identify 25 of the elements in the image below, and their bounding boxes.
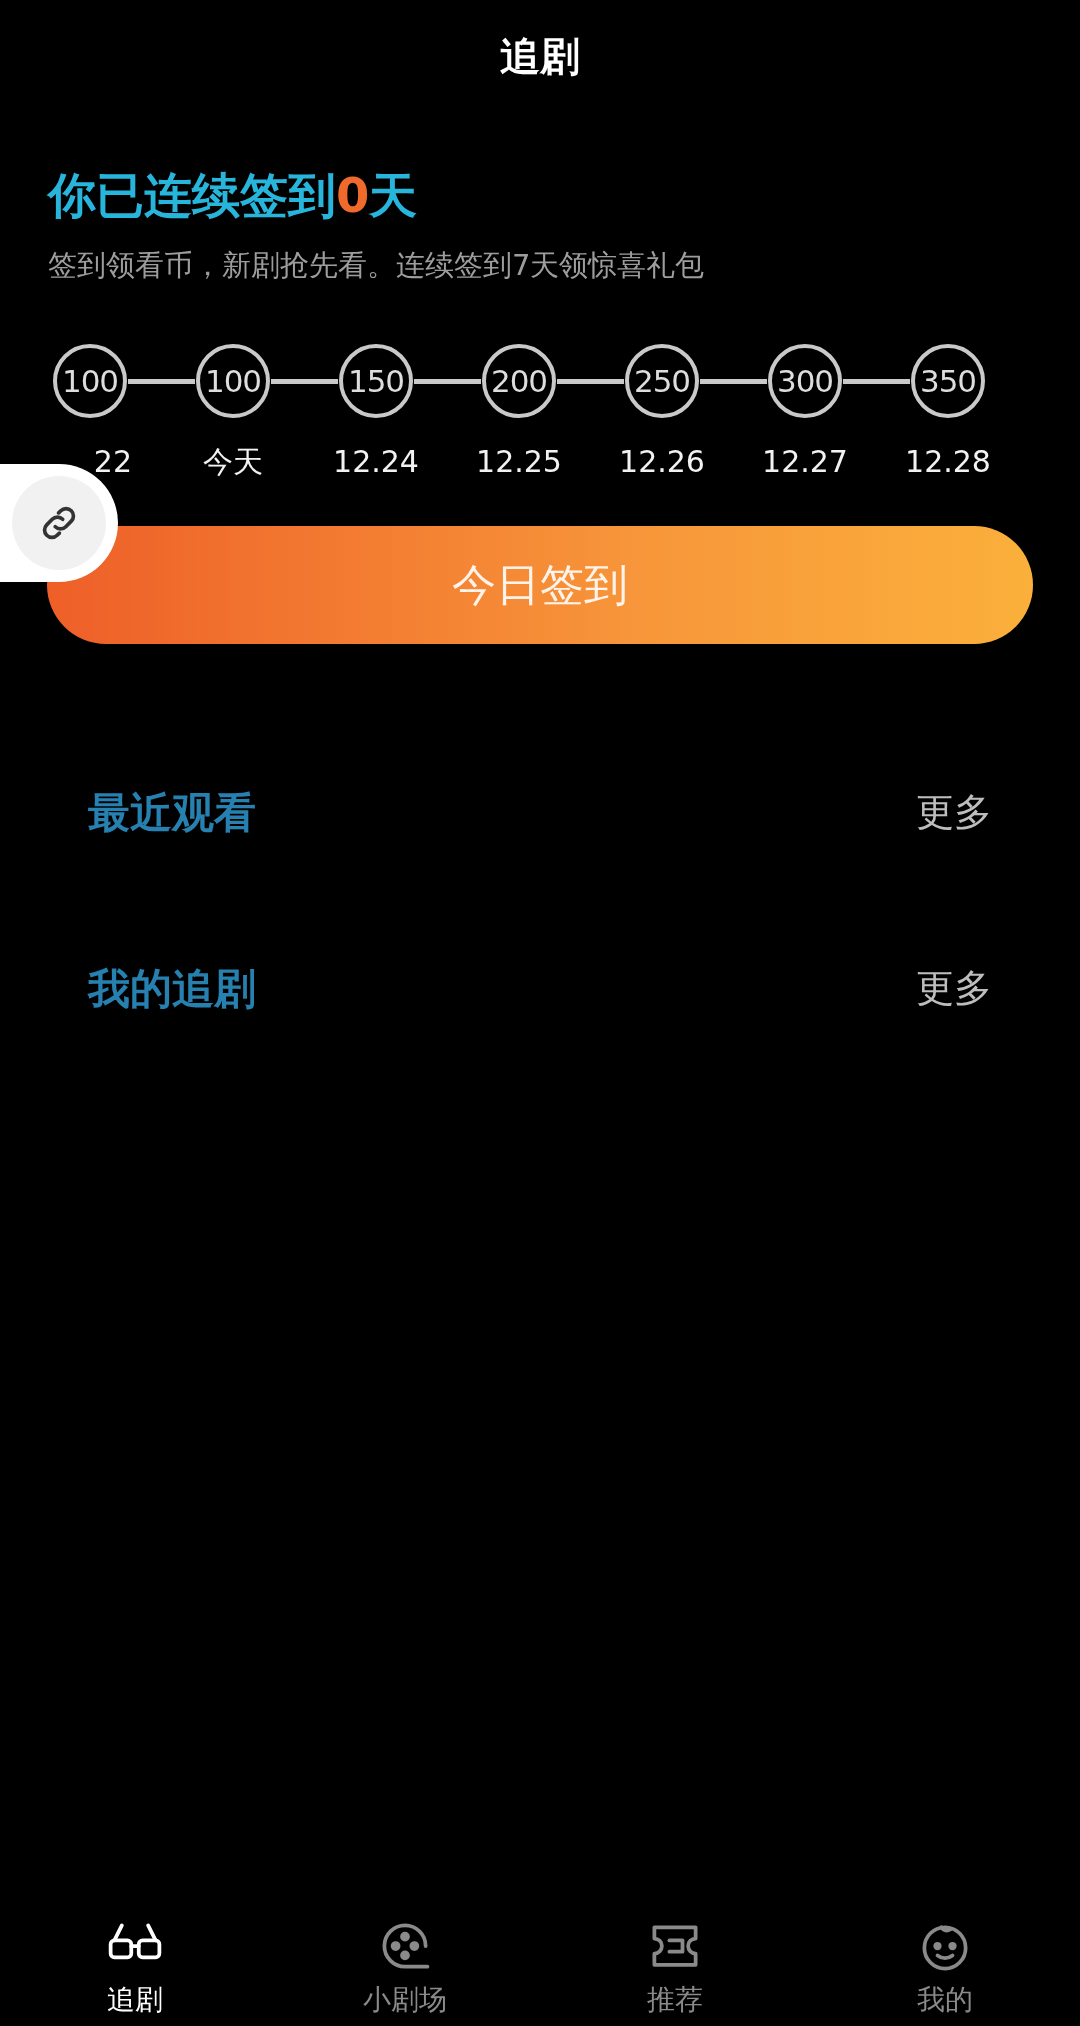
section-title: 最近观看 bbox=[88, 787, 256, 840]
day-label: 22 bbox=[93, 443, 132, 482]
day-label: 12.28 bbox=[905, 443, 991, 482]
day-label: 12.27 bbox=[762, 443, 848, 482]
page-title: 追剧 bbox=[499, 32, 581, 81]
nav-tab[interactable]: 推荐 bbox=[540, 1915, 810, 2018]
checkin-subtitle: 签到领看币，新剧抢先看。连续签到7天领惊喜礼包 bbox=[48, 246, 706, 284]
more-link[interactable]: 更多 bbox=[916, 784, 992, 842]
more-link[interactable]: 更多 bbox=[916, 960, 992, 1018]
streak-heading: 你已连续签到0天 bbox=[48, 167, 419, 225]
coin-circle: 350 bbox=[911, 344, 985, 419]
day-label: 今天 bbox=[203, 443, 263, 482]
coin-circle: 100 bbox=[53, 344, 127, 419]
nav-tab[interactable]: 小剧场 bbox=[270, 1915, 540, 2018]
coin-circle: 250 bbox=[625, 344, 699, 419]
day-label: 12.25 bbox=[476, 443, 562, 482]
coin-circle: 300 bbox=[768, 344, 842, 419]
coin-circle: 200 bbox=[482, 344, 556, 419]
section-title: 我的追剧 bbox=[88, 963, 256, 1016]
coin-circle: 100 bbox=[196, 344, 270, 419]
day-label: 12.24 bbox=[333, 443, 419, 482]
day-label: 12.26 bbox=[619, 443, 705, 482]
nav-tab[interactable]: 我的 bbox=[810, 1915, 1080, 2018]
nav-tab[interactable]: 追剧 bbox=[0, 1915, 270, 2018]
coin-circle: 150 bbox=[339, 344, 413, 419]
